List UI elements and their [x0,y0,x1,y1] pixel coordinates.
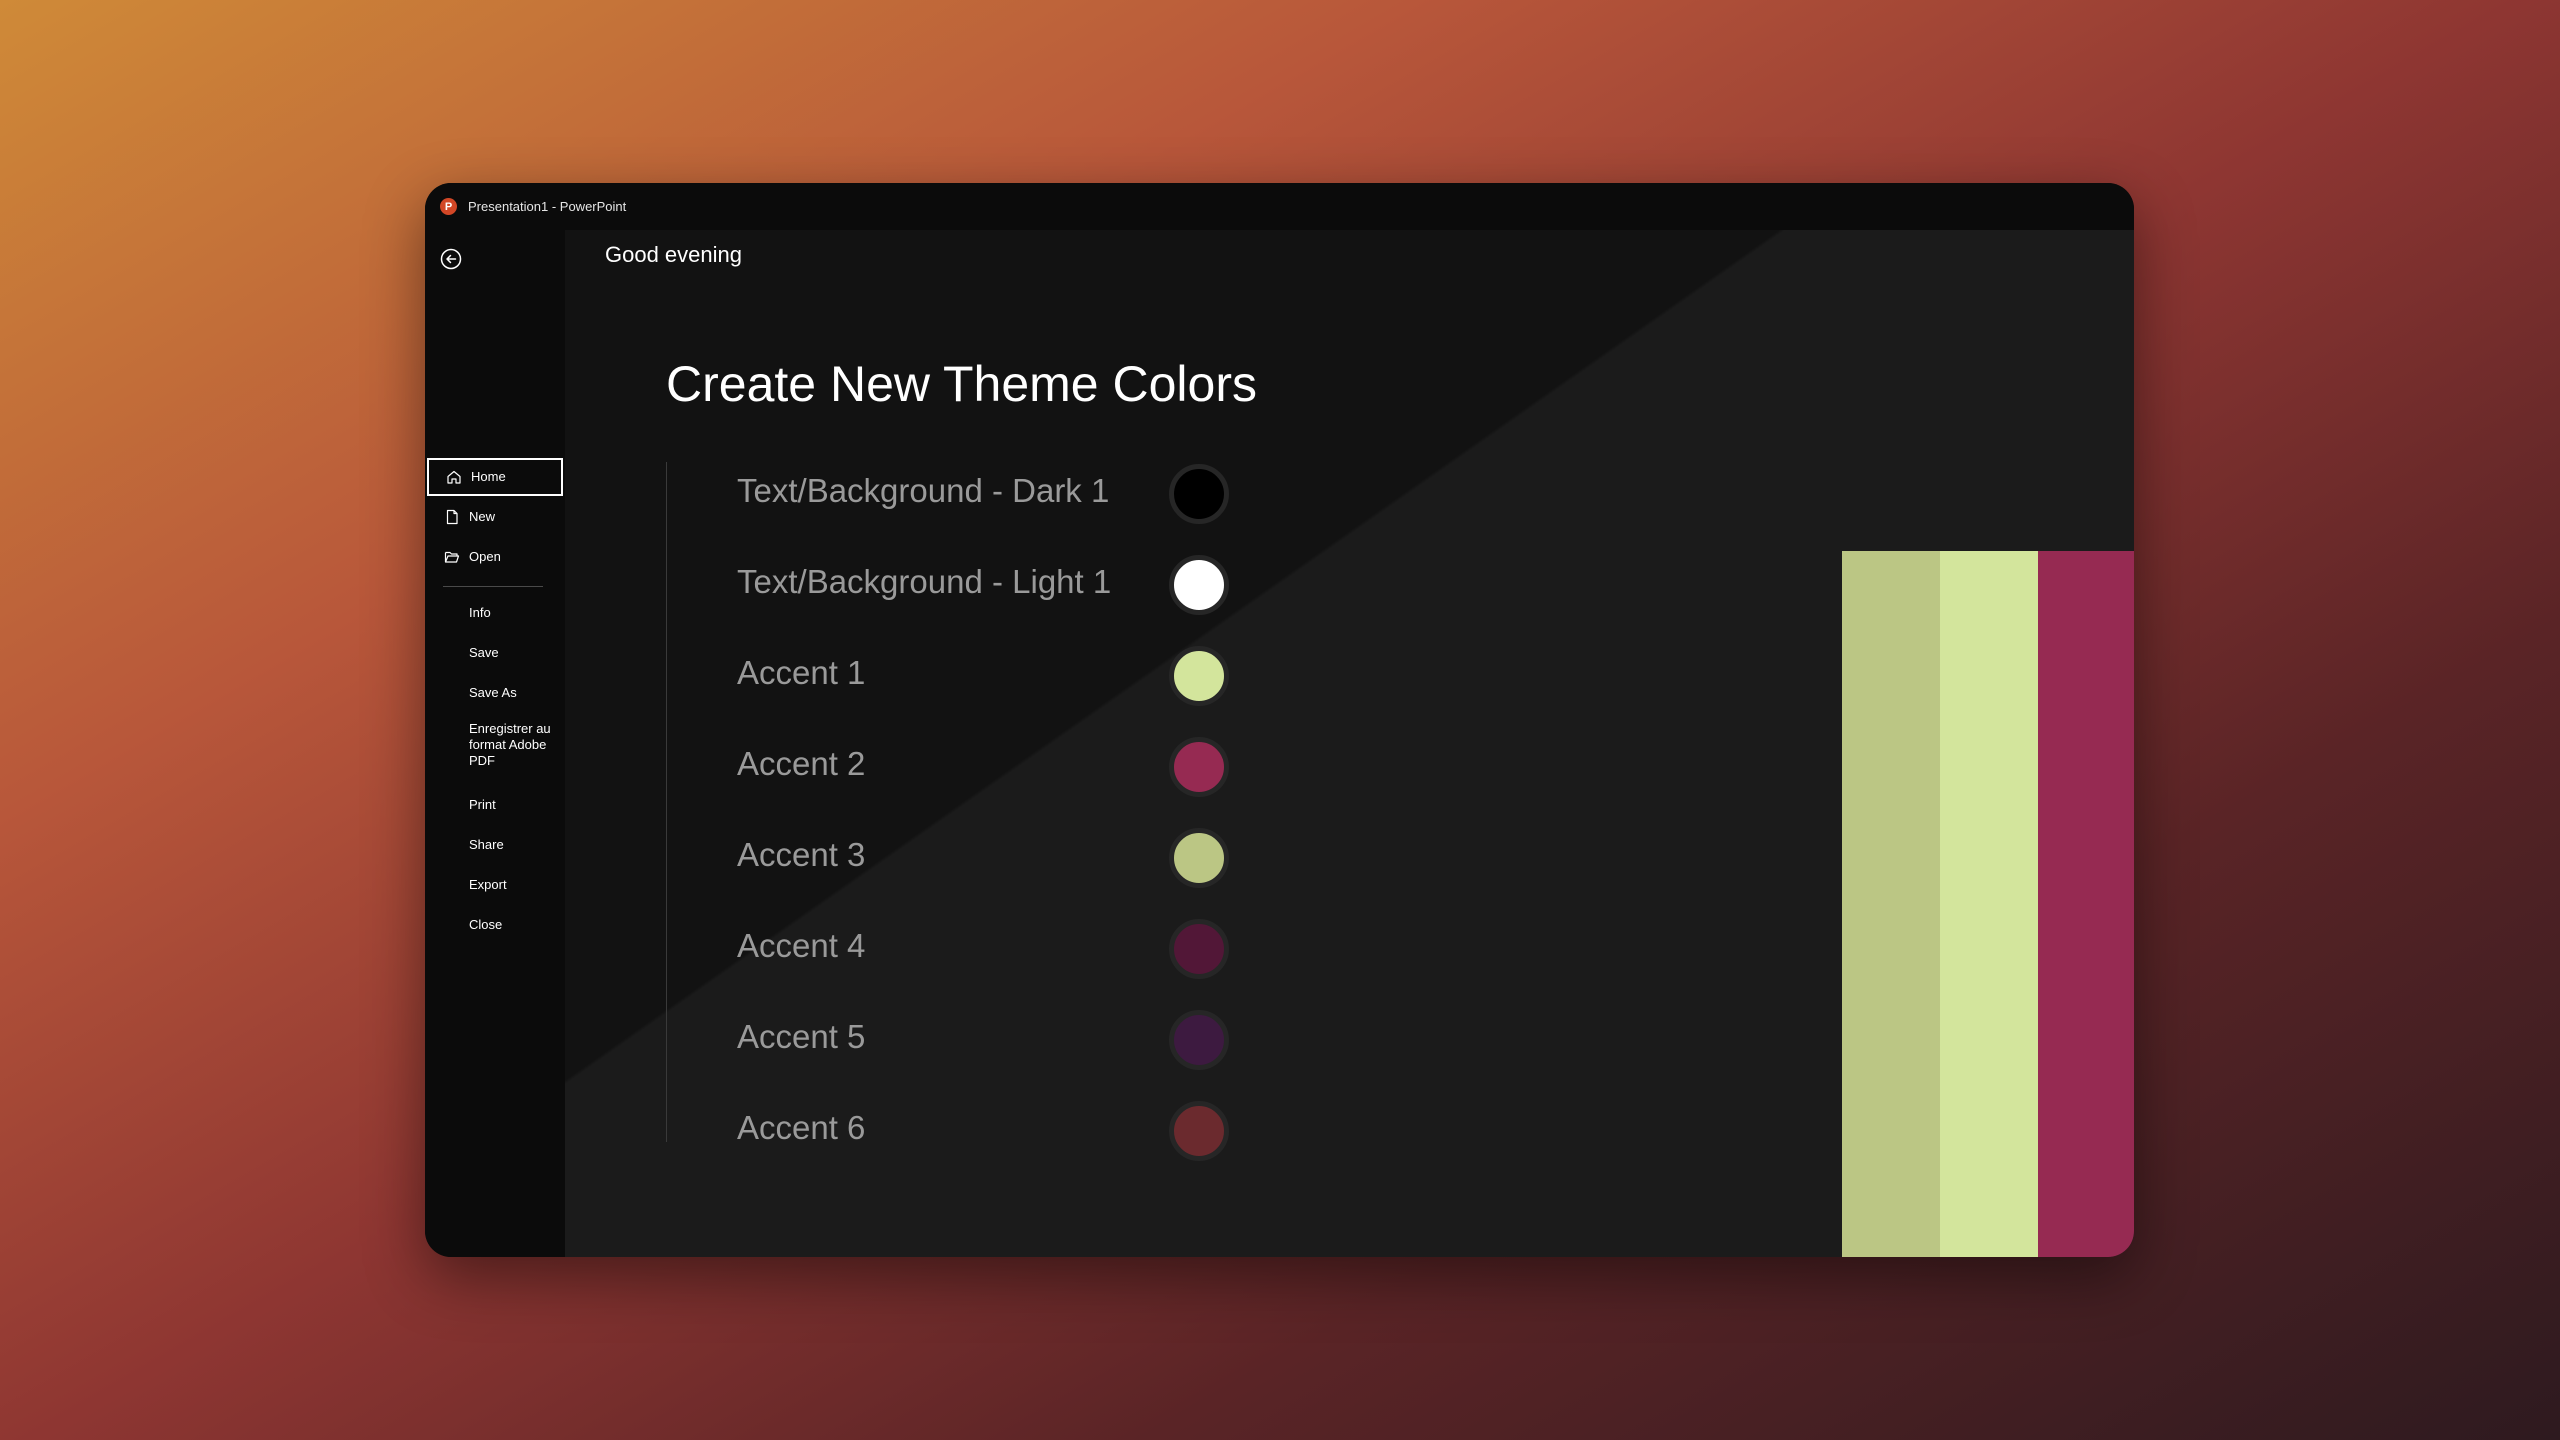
sidebar-item-label: Close [469,917,503,932]
theme-color-row: Accent 3 [565,820,1325,890]
sidebar-item-label: Share [469,837,504,852]
theme-color-label: Accent 3 [737,836,866,873]
window-title: Presentation1 - PowerPoint [468,199,627,214]
sidebar-item-label: Save As [469,685,517,700]
sidebar-item-open[interactable]: Open [427,538,563,576]
sidebar-item-label: Print [469,797,496,812]
open-folder-icon [443,548,461,566]
color-swatch[interactable] [1169,555,1229,615]
color-swatch[interactable] [1169,1010,1229,1070]
theme-color-label: Accent 6 [737,1109,866,1146]
sidebar-item-print[interactable]: Print [427,786,563,824]
back-button[interactable] [439,247,463,271]
sidebar-divider [443,586,543,587]
sidebar-item-save-as-pdf[interactable]: Enregistrer au format Adobe PDF [427,716,563,774]
theme-color-row: Text/Background - Dark 1 [565,456,1325,526]
color-swatch[interactable] [1169,737,1229,797]
color-swatch[interactable] [1169,919,1229,979]
title-bar: P Presentation1 - PowerPoint [425,183,2134,230]
sidebar-item-label: Home [471,469,506,484]
palette-stripe [2038,551,2134,1257]
theme-color-row: Accent 4 [565,911,1325,981]
sidebar-item-label: Info [469,605,491,620]
main-content: Good evening Create New Theme Colors Tex… [565,230,2134,1257]
theme-color-label: Text/Background - Dark 1 [737,472,1110,509]
sidebar-item-label: New [469,509,496,524]
sidebar-item-label: Open [469,549,501,564]
theme-color-label: Accent 5 [737,1018,866,1055]
theme-color-row: Accent 5 [565,1002,1325,1072]
powerpoint-logo-icon: P [440,198,457,215]
sidebar-item-new[interactable]: New [427,498,563,536]
sidebar-item-save[interactable]: Save [427,634,563,672]
slide-title: Create New Theme Colors [666,356,1257,412]
theme-color-row: Accent 2 [565,729,1325,799]
sidebar-item-home[interactable]: Home [427,458,563,496]
theme-color-label: Accent 1 [737,654,866,691]
theme-color-row: Accent 1 [565,638,1325,708]
color-palette-preview [1842,551,2134,1257]
theme-color-label: Text/Background - Light 1 [737,563,1112,600]
new-document-icon [443,508,461,526]
back-arrow-icon [440,248,462,270]
theme-color-label: Accent 4 [737,927,866,964]
palette-stripe [1940,551,2038,1257]
sidebar-item-label: Enregistrer au format Adobe PDF [469,721,551,768]
sidebar-item-label: Save [469,645,499,660]
backstage-sidebar: Home New Open Info Save Save As Enregist… [425,230,565,1257]
sidebar-item-export[interactable]: Export [427,866,563,904]
sidebar-item-info[interactable]: Info [427,594,563,632]
sidebar-item-share[interactable]: Share [427,826,563,864]
sidebar-item-close[interactable]: Close [427,906,563,944]
sidebar-item-label: Export [469,877,507,892]
theme-color-label: Accent 2 [737,745,866,782]
theme-color-row: Accent 6 [565,1093,1325,1163]
sidebar-item-save-as[interactable]: Save As [427,674,563,712]
color-swatch[interactable] [1169,1101,1229,1161]
greeting: Good evening [605,242,742,267]
palette-stripe [1842,551,1940,1257]
powerpoint-window: P Presentation1 - PowerPoint Home New Op… [425,183,2134,1257]
color-swatch[interactable] [1169,646,1229,706]
theme-color-row: Text/Background - Light 1 [565,547,1325,617]
color-swatch[interactable] [1169,464,1229,524]
home-icon [445,468,463,486]
color-swatch[interactable] [1169,828,1229,888]
